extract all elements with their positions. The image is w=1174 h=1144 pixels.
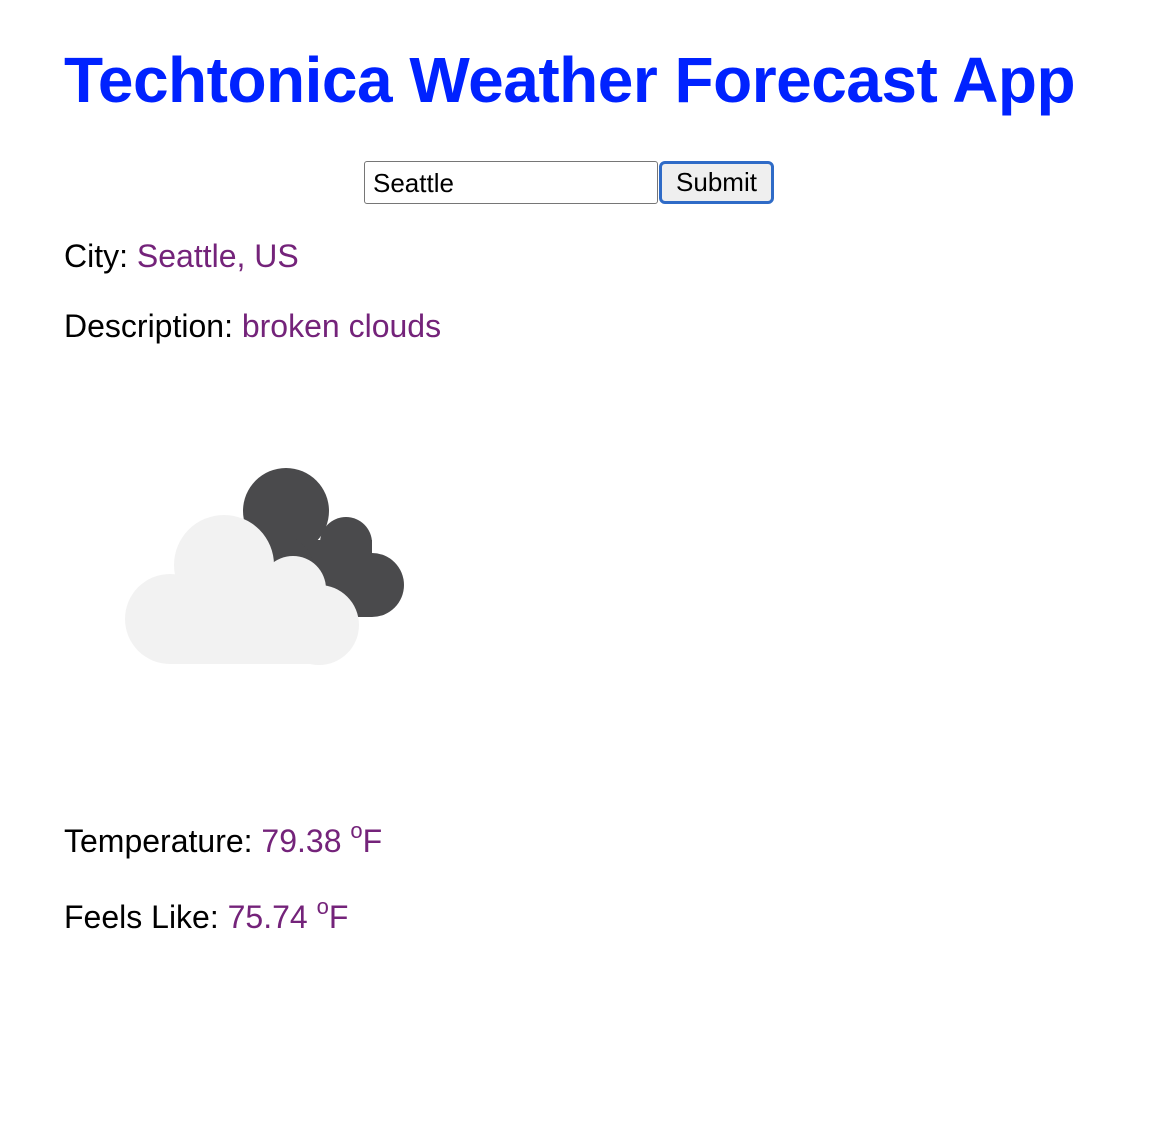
temperature-unit: oF (350, 820, 383, 860)
feels-like-line: Feels Like: 75.74 oF (64, 896, 349, 937)
city-label: City: (64, 238, 137, 274)
search-form: Submit (364, 161, 774, 204)
description-label: Description: (64, 308, 242, 344)
description-line: Description: broken clouds (64, 306, 441, 346)
degree-symbol: o (350, 818, 363, 843)
feels-like-label: Feels Like: (64, 899, 228, 935)
temperature-line: Temperature: 79.38 oF (64, 820, 383, 861)
feels-like-value: 75.74 (227, 899, 308, 935)
temperature-value: 79.38 (261, 823, 342, 859)
degree-symbol: o (316, 894, 329, 919)
submit-button[interactable]: Submit (659, 161, 774, 204)
feels-like-unit: oF (317, 896, 349, 936)
city-value: Seattle, US (136, 238, 299, 274)
page: Techtonica Weather Forecast App Submit C… (0, 0, 1174, 1144)
broken-clouds-icon (125, 468, 404, 665)
city-line: City: Seattle, US (64, 236, 299, 276)
unit-letter: F (328, 899, 349, 935)
page-title: Techtonica Weather Forecast App (64, 44, 1076, 116)
temperature-label: Temperature: (64, 823, 262, 859)
city-input[interactable] (364, 161, 658, 204)
unit-letter: F (362, 823, 383, 859)
description-value: broken clouds (241, 308, 442, 344)
